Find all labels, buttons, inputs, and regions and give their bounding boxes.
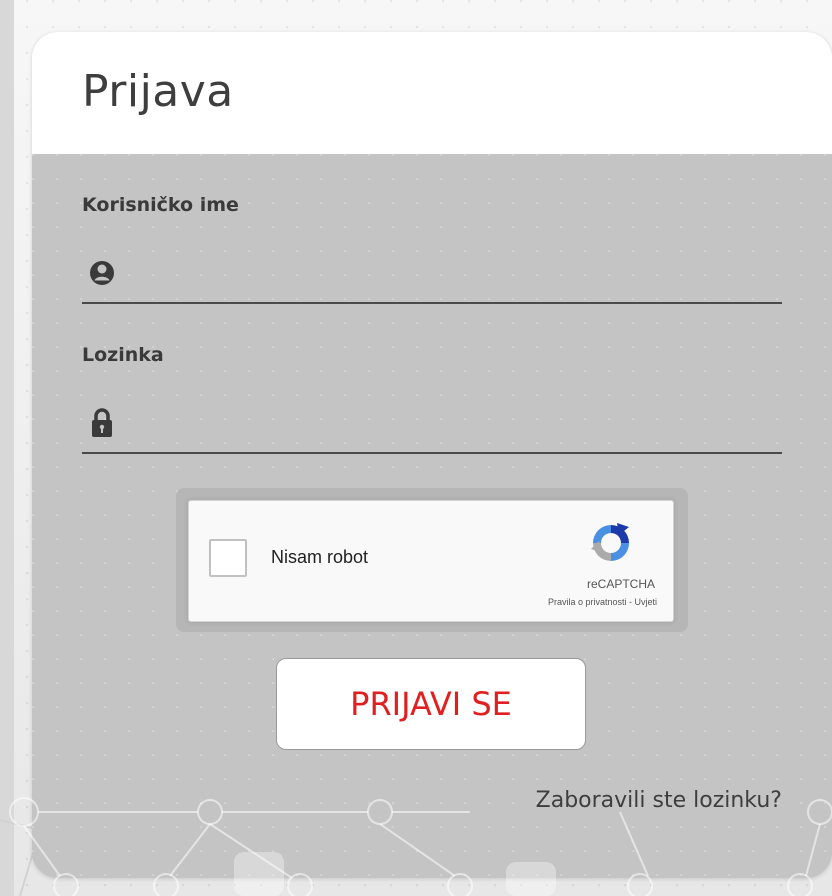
password-field-row bbox=[82, 396, 782, 454]
recaptcha-checkbox[interactable] bbox=[209, 539, 247, 577]
recaptcha-links: Pravila o privatnosti - Uvjeti bbox=[548, 597, 657, 607]
username-input[interactable] bbox=[134, 254, 778, 292]
forgot-password-link[interactable]: Zaboravili ste lozinku? bbox=[536, 788, 782, 813]
recaptcha-brand: reCAPTCHA bbox=[586, 577, 655, 591]
user-circle-icon bbox=[88, 256, 118, 290]
page-title: Prijava bbox=[82, 66, 234, 117]
login-submit-button[interactable]: PRIJAVI SE bbox=[276, 658, 586, 750]
recaptcha-logo-icon bbox=[587, 519, 635, 567]
password-input[interactable] bbox=[134, 404, 778, 442]
username-label: Korisničko ime bbox=[82, 194, 239, 216]
password-label: Lozinka bbox=[82, 344, 164, 366]
recaptcha-widget: Nisam robot reCAPTCHA Pravila o privatno… bbox=[188, 500, 674, 622]
recaptcha-terms-link[interactable]: Uvjeti bbox=[634, 597, 657, 607]
username-field-row bbox=[82, 246, 782, 304]
lock-icon bbox=[88, 406, 118, 440]
recaptcha-label: Nisam robot bbox=[271, 547, 369, 567]
recaptcha-privacy-link[interactable]: Pravila o privatnosti bbox=[548, 597, 627, 607]
login-card: Prijava Korisničko ime Lozinka Nisam rob… bbox=[32, 32, 832, 878]
card-header: Prijava bbox=[32, 32, 832, 154]
recaptcha-container: Nisam robot reCAPTCHA Pravila o privatno… bbox=[176, 488, 688, 632]
